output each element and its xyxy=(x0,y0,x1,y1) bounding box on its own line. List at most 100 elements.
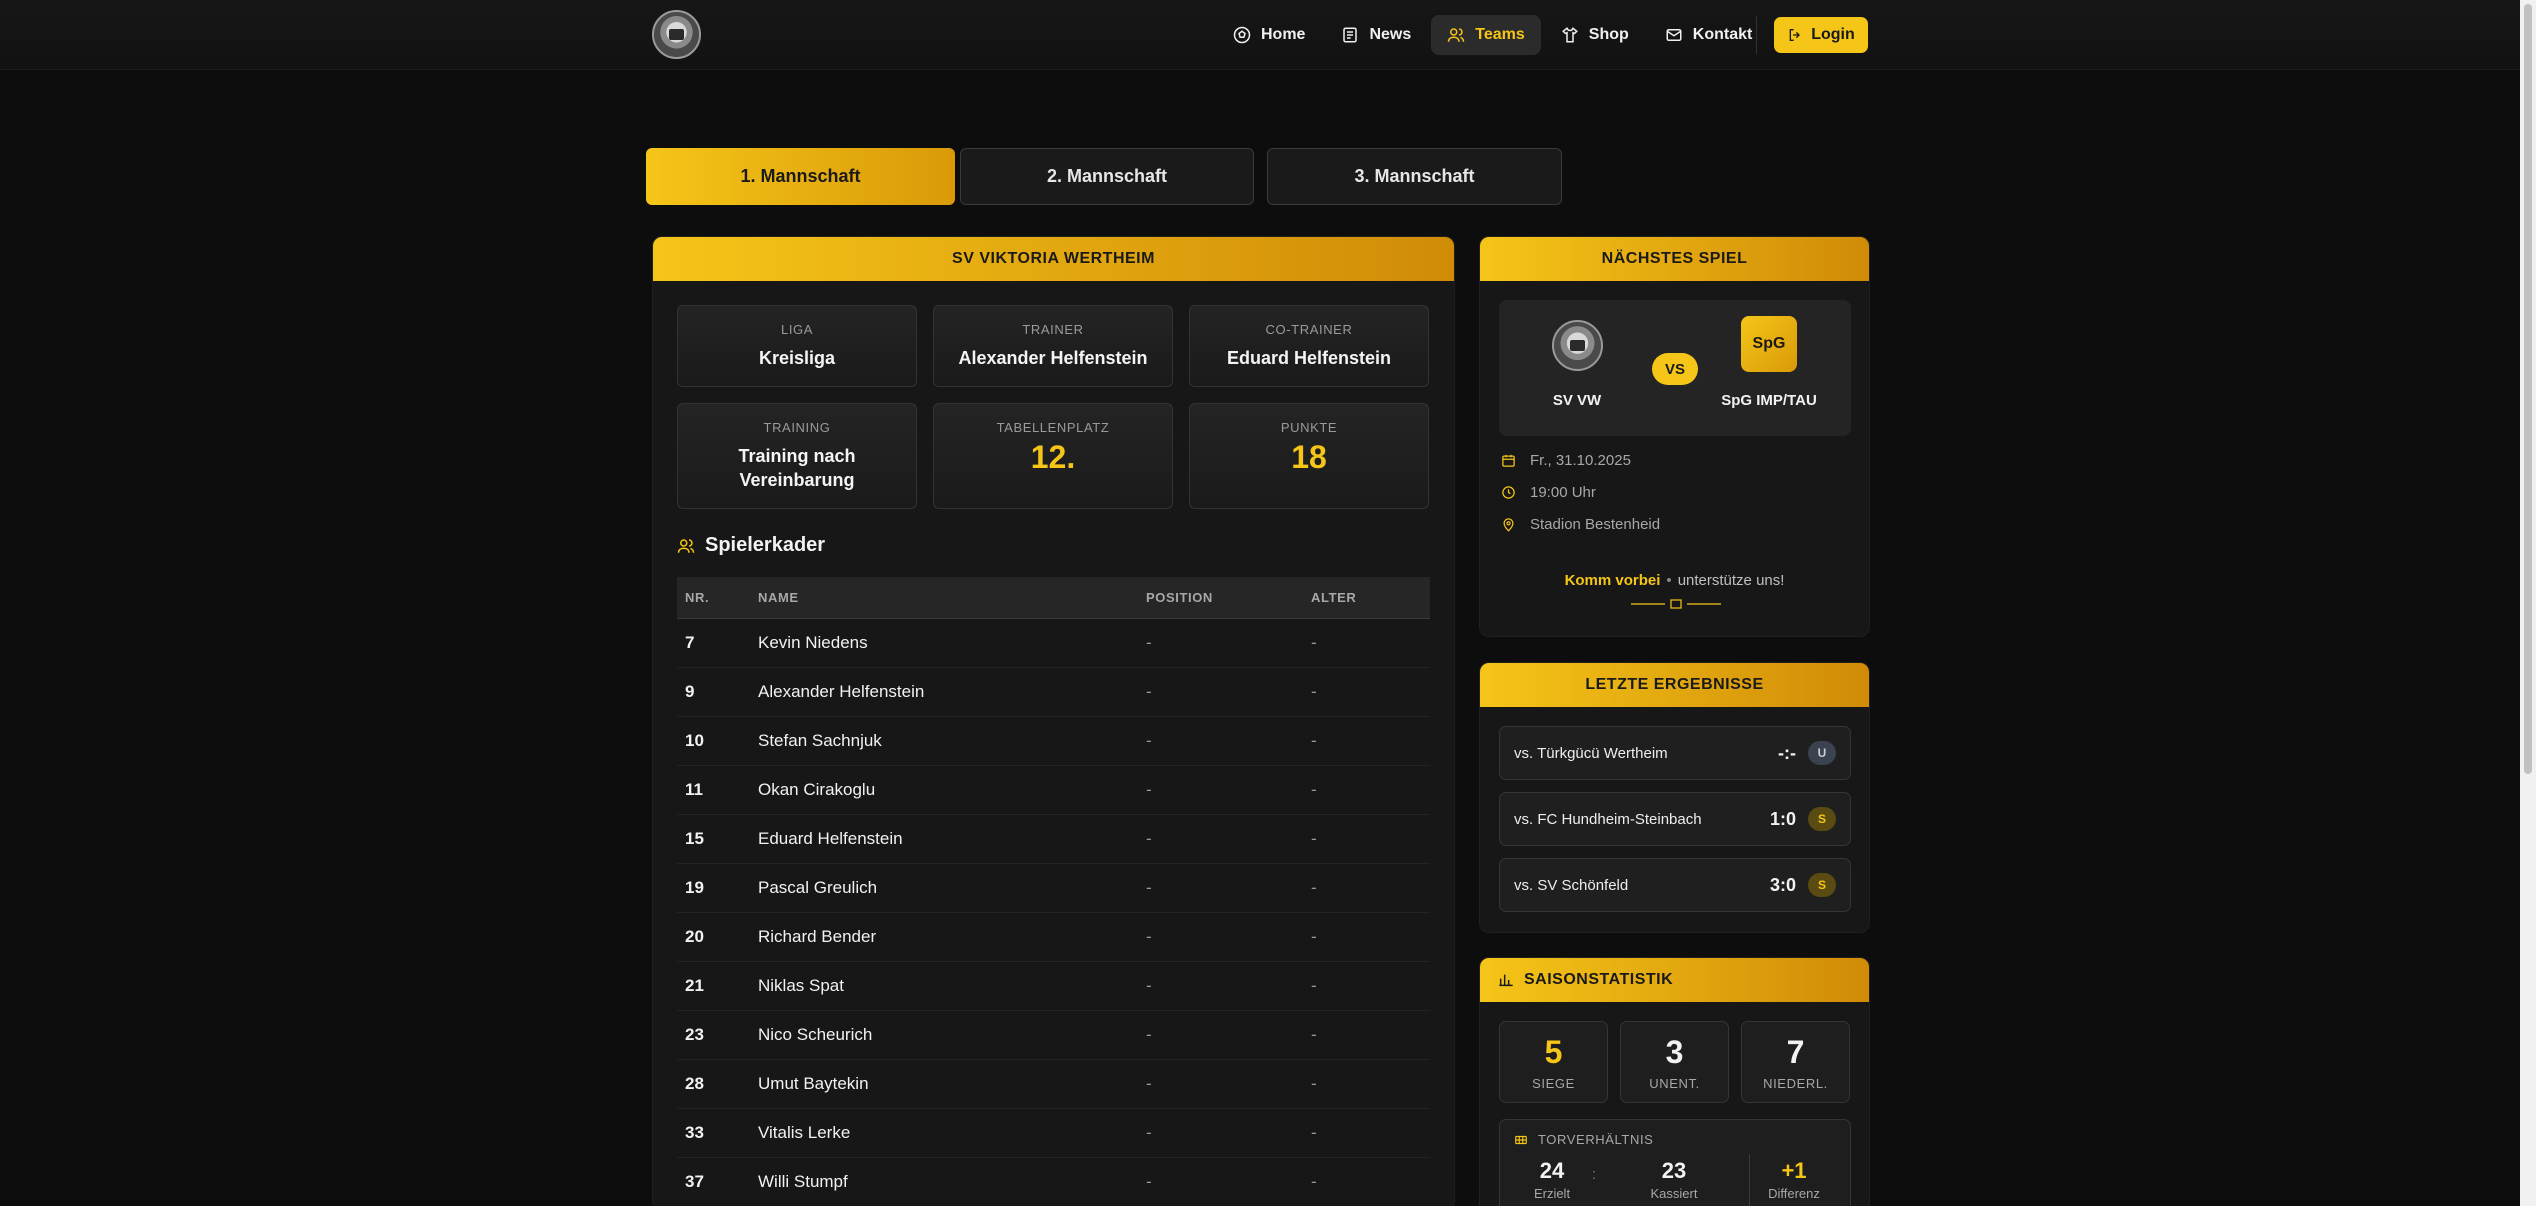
player-name: Nico Scheurich xyxy=(758,1025,873,1044)
bar-chart-icon xyxy=(1499,974,1513,987)
login-label: Login xyxy=(1811,26,1855,43)
result-row[interactable]: vs. SV Schönfeld 3:0 S xyxy=(1499,858,1851,912)
col-header-nr: NR. xyxy=(685,590,710,605)
cta-dot: • xyxy=(1666,572,1672,589)
newspaper-icon xyxy=(1343,27,1358,43)
col-header-name: NAME xyxy=(758,590,799,605)
squad-rows: 7 Kevin Niedens - - 9 Alexander Helfenstein -… xyxy=(677,619,1430,1206)
stat-value: 3 xyxy=(1665,1034,1684,1070)
table-row: 20 Richard Bender - - xyxy=(677,913,1430,962)
nav-item-label: News xyxy=(1369,26,1412,43)
player-position: - xyxy=(1146,927,1152,946)
match-time: 19:00 Uhr xyxy=(1501,484,1596,501)
decorative-divider-icon xyxy=(1631,599,1721,609)
season-stats-header: SAISONSTATISTIK xyxy=(1480,958,1869,1002)
info-value: Alexander Helfenstein xyxy=(958,348,1148,368)
nav-item-teams[interactable]: Teams xyxy=(1431,15,1541,55)
player-name: Richard Bender xyxy=(758,927,877,946)
info-co-trainer: Co-Trainer Eduard Helfenstein xyxy=(1189,305,1429,387)
player-position: - xyxy=(1146,1172,1152,1191)
stat-label: NIEDERL. xyxy=(1763,1076,1828,1091)
result-opponent: vs. SV Schönfeld xyxy=(1514,876,1629,894)
table-row: 10 Stefan Sachnjuk - - xyxy=(677,717,1430,766)
table-row: 21 Niklas Spat - - xyxy=(677,962,1430,1011)
player-name: Niklas Spat xyxy=(758,976,844,995)
call-to-action: Komm vorbei • unterstütze uns! xyxy=(1480,572,1869,589)
nav-item-label: Kontakt xyxy=(1692,26,1753,43)
next-match-header: NÄCHSTES SPIEL xyxy=(1480,237,1869,281)
cta-bold: Komm vorbei xyxy=(1564,572,1661,589)
scrollbar-thumb[interactable] xyxy=(2524,4,2532,774)
player-age: - xyxy=(1311,1074,1317,1093)
table-row: 33 Vitalis Lerke - - xyxy=(677,1109,1430,1158)
stat-value: 7 xyxy=(1786,1034,1805,1070)
info-value: Training nach Vereinbarung xyxy=(738,446,856,490)
col-header-position: POSITION xyxy=(1146,590,1213,605)
player-nr: 33 xyxy=(685,1123,704,1142)
cta-rest: unterstütze uns! xyxy=(1677,572,1785,589)
scrollbar[interactable] xyxy=(2520,0,2536,1206)
player-position: - xyxy=(1146,878,1152,897)
navbar: Home News Teams Shop Kontakt Login xyxy=(0,0,2520,70)
table-row: 15 Eduard Helfenstein - - xyxy=(677,815,1430,864)
tab-team-1[interactable]: 1. Mannschaft xyxy=(646,148,955,205)
results-header: LETZTE ERGEBNISSE xyxy=(1480,663,1869,707)
player-age: - xyxy=(1311,1123,1317,1142)
player-nr: 9 xyxy=(685,682,695,701)
goals-title: TORVERHÄLTNIS xyxy=(1514,1132,1653,1147)
player-nr: 23 xyxy=(685,1025,704,1044)
away-team-logo: SpG xyxy=(1741,316,1797,372)
player-age: - xyxy=(1311,878,1317,897)
nav-item-label: Teams xyxy=(1475,26,1525,43)
stat-label: SIEGE xyxy=(1532,1076,1575,1091)
table-row: 9 Alexander Helfenstein - - xyxy=(677,668,1430,717)
nav-item-kontakt[interactable]: Kontakt xyxy=(1649,15,1769,55)
match-venue-text: Stadion Bestenheid xyxy=(1530,516,1661,533)
goals-diff-label: Differenz xyxy=(1768,1186,1820,1201)
player-nr: 21 xyxy=(685,976,704,995)
team-card-header: SV VIKTORIA WERTHEIM xyxy=(653,237,1454,281)
player-name: Okan Cirakoglu xyxy=(758,780,876,799)
result-row[interactable]: vs. FC Hundheim-Steinbach 1:0 S xyxy=(1499,792,1851,846)
info-value: Kreisliga xyxy=(758,348,836,368)
player-age: - xyxy=(1311,1025,1317,1044)
match-venue: Stadion Bestenheid xyxy=(1501,516,1660,533)
col-header-age: ALTER xyxy=(1311,590,1357,605)
season-stats-title: SAISONSTATISTIK xyxy=(1524,971,1674,988)
result-score: 3:0 xyxy=(1769,874,1796,895)
result-row[interactable]: vs. Türkgücü Wertheim -:- U xyxy=(1499,726,1851,780)
result-opponent: vs. FC Hundheim-Steinbach xyxy=(1514,810,1702,828)
stat-value: 5 xyxy=(1544,1034,1563,1070)
nav-divider xyxy=(1756,16,1757,54)
player-nr: 7 xyxy=(685,633,695,652)
nav-item-shop[interactable]: Shop xyxy=(1545,15,1645,55)
home-team-name: SV VW xyxy=(1552,392,1602,409)
match-time-text: 19:00 Uhr xyxy=(1530,484,1596,501)
player-name: Willi Stumpf xyxy=(758,1172,848,1191)
stat-draws: 3 UNENT. xyxy=(1620,1021,1729,1103)
player-nr: 11 xyxy=(685,780,703,799)
away-team-name: SpG IMP/TAU xyxy=(1721,392,1817,409)
player-nr: 37 xyxy=(685,1172,704,1191)
login-icon xyxy=(1789,29,1801,41)
nav-item-home[interactable]: Home xyxy=(1217,15,1321,55)
nav-item-label: Shop xyxy=(1588,26,1629,43)
tab-team-3[interactable]: 3. Mannschaft xyxy=(1267,148,1562,205)
result-badge: S xyxy=(1808,873,1836,897)
result-score: -:- xyxy=(1778,742,1796,763)
login-button[interactable]: Login xyxy=(1774,17,1868,53)
goals-conceded: 23 xyxy=(1661,1158,1687,1183)
tab-team-2[interactable]: 2. Mannschaft xyxy=(960,148,1254,205)
info-label: Tabellenplatz xyxy=(996,420,1110,435)
player-position: - xyxy=(1146,976,1152,995)
player-position: - xyxy=(1146,829,1152,848)
nav-item-news[interactable]: News xyxy=(1325,15,1427,55)
player-age: - xyxy=(1311,731,1317,750)
info-liga: Liga Kreisliga xyxy=(677,305,917,387)
table-row: 11 Okan Cirakoglu - - xyxy=(677,766,1430,815)
goals-title-text: TORVERHÄLTNIS xyxy=(1538,1132,1654,1147)
player-name: Eduard Helfenstein xyxy=(758,829,903,848)
club-logo[interactable] xyxy=(652,10,701,59)
player-position: - xyxy=(1146,1123,1152,1142)
info-value: Eduard Helfenstein xyxy=(1226,348,1392,368)
